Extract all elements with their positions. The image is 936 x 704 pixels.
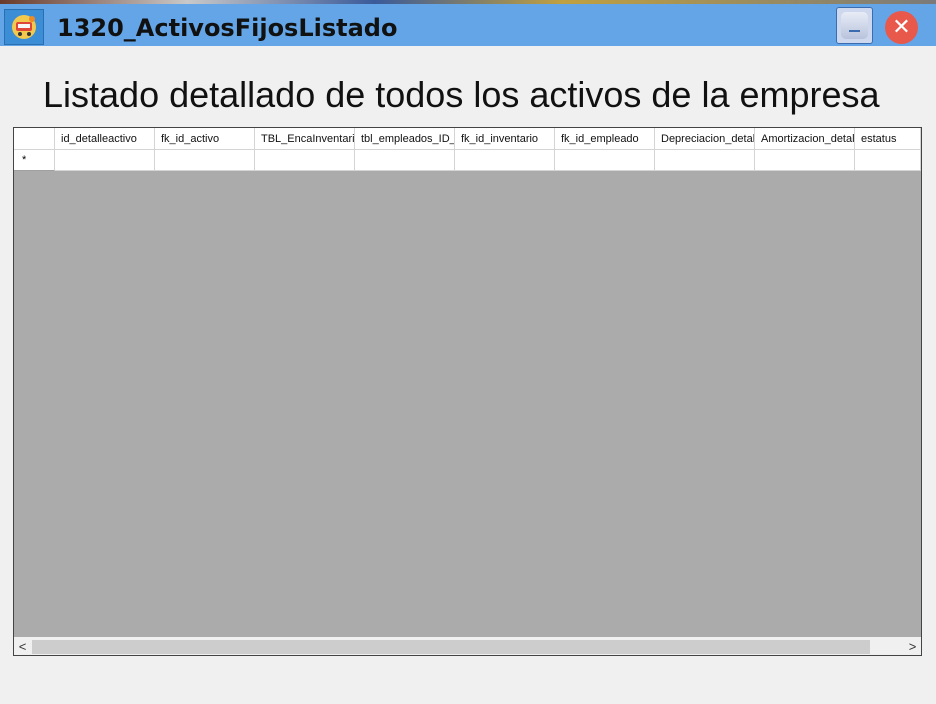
column-header-tbl-encainventario[interactable]: TBL_EncaInventari [255,128,355,150]
new-row-marker[interactable]: * [14,150,55,171]
row-header-corner[interactable] [14,128,55,150]
minimize-button[interactable] [836,7,873,44]
app-cart-icon[interactable] [4,9,44,45]
grid-header: id_detalleactivo fk_id_activo TBL_EncaIn… [14,128,921,150]
column-header-tbl-empleados-id[interactable]: tbl_empleados_ID_ [355,128,455,150]
minimize-icon [841,12,868,39]
column-header-fk-id-empleado[interactable]: fk_id_empleado [555,128,655,150]
column-header-amortizacion[interactable]: Amortizacion_detall [755,128,855,150]
scroll-thumb[interactable] [32,640,870,654]
cell-tbl-encainventario[interactable] [255,150,355,171]
title-bar[interactable]: 1320_ActivosFijosListado ✕ [0,4,936,46]
window-title: 1320_ActivosFijosListado [57,14,398,42]
cell-fk-id-inventario[interactable] [455,150,555,171]
application-window: 1320_ActivosFijosListado ✕ Listado detal… [0,0,936,704]
page-heading: Listado detallado de todos los activos d… [43,74,880,115]
column-header-fk-id-inventario[interactable]: fk_id_inventario [455,128,555,150]
cell-amortizacion[interactable] [755,150,855,171]
cell-id-detalleactivo[interactable] [55,150,155,171]
data-grid[interactable]: id_detalleactivo fk_id_activo TBL_EncaIn… [13,127,922,656]
scroll-right-icon[interactable]: > [904,638,921,655]
new-row[interactable]: * [14,150,921,171]
cell-depreciacion[interactable] [655,150,755,171]
close-button[interactable]: ✕ [885,11,918,44]
cell-fk-id-activo[interactable] [155,150,255,171]
column-header-depreciacion[interactable]: Depreciacion_detal [655,128,755,150]
cell-estatus[interactable] [855,150,921,171]
column-header-fk-id-activo[interactable]: fk_id_activo [155,128,255,150]
column-header-estatus[interactable]: estatus [855,128,921,150]
column-header-id-detalleactivo[interactable]: id_detalleactivo [55,128,155,150]
cell-tbl-empleados-id[interactable] [355,150,455,171]
close-icon: ✕ [892,14,911,39]
horizontal-scrollbar[interactable]: < > [14,637,921,655]
cell-fk-id-empleado[interactable] [555,150,655,171]
scroll-left-icon[interactable]: < [14,638,31,655]
